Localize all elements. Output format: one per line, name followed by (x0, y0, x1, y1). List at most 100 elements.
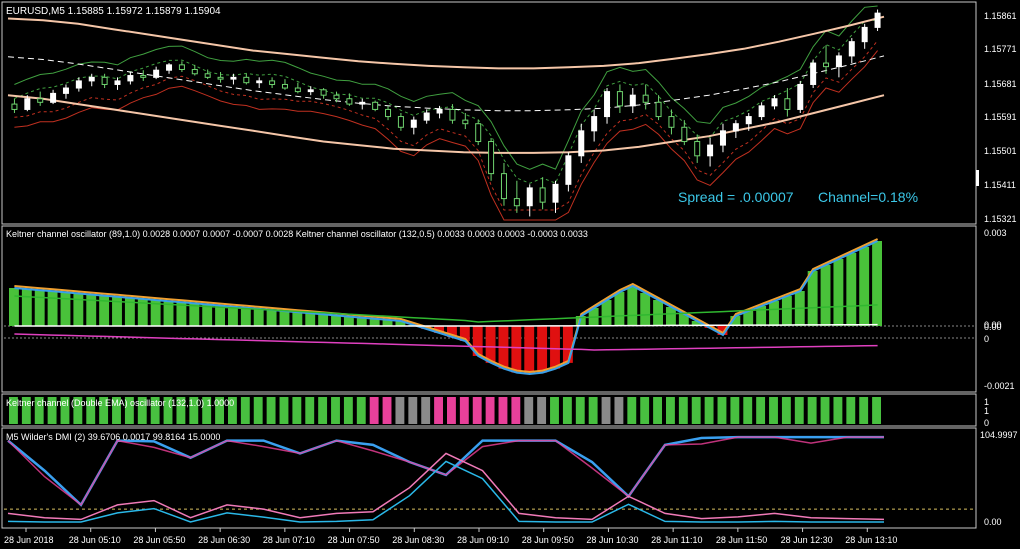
osc2-state-bar (627, 397, 637, 424)
candle-body (526, 187, 533, 207)
osc1-histogram-bar (34, 290, 45, 326)
price-axis-label: 1.15321 (984, 214, 1017, 224)
osc2-state-bar (395, 397, 405, 424)
osc1-histogram-bar (807, 271, 818, 326)
candle-body (62, 87, 69, 94)
osc1-histogram-bar (228, 306, 238, 326)
candle-body (75, 80, 82, 89)
price-layer (7, 5, 885, 221)
osc2-state-bar (820, 397, 830, 424)
candle-body (101, 76, 108, 85)
osc1-histogram-bar (859, 247, 870, 326)
dmi-pink-line (7, 436, 884, 507)
price-axis-label: 1.15681 (984, 79, 1017, 89)
osc1-histogram-bar (511, 326, 522, 373)
candle-body (552, 183, 559, 203)
osc2-state-bar (781, 397, 791, 424)
osc2-state-bar (421, 397, 431, 424)
osc2-state-bar (859, 397, 869, 424)
osc2-state-bar (833, 397, 843, 424)
osc2-state-bar (872, 397, 881, 424)
candle-body (462, 119, 469, 125)
candle-body (114, 80, 121, 85)
candle-body (372, 101, 379, 110)
time-axis-label: 28 Jun 09:10 (457, 535, 509, 545)
candle-body (24, 98, 31, 110)
osc1-histogram-bar (640, 293, 651, 326)
osc2-state-bar (472, 397, 482, 424)
osc1-axis-label: 0.003 (984, 228, 1007, 238)
osc2-axis-label: 1 (984, 406, 989, 416)
osc1-histogram-bar (318, 314, 329, 326)
candle-body (758, 105, 765, 118)
candle-body (449, 108, 456, 121)
osc2-state-bar (537, 397, 547, 424)
candle-body (269, 80, 276, 85)
osc1-histogram-bar (601, 300, 612, 326)
osc2-state-bar (240, 397, 250, 424)
time-axis-label: 28 Jun 09:50 (522, 535, 574, 545)
candle-body (874, 12, 881, 28)
candle-body (513, 198, 520, 207)
osc2-state-bar (382, 397, 392, 424)
candle-body (204, 73, 211, 78)
candle-body (397, 116, 404, 128)
current-price-marker (976, 170, 979, 186)
price-axis-label: 1.15771 (984, 44, 1017, 54)
green-dashed-line (14, 19, 878, 184)
osc1-histogram-bar (47, 291, 58, 326)
dmi-axis-label: 0.00 (984, 517, 1002, 527)
osc2-state-bar (369, 397, 379, 424)
candle-body (578, 130, 585, 157)
osc1-axis-label: -0.0021 (984, 381, 1015, 391)
candle-body (230, 76, 237, 80)
candle-body (307, 89, 314, 93)
time-axis-label: 28 Jun 06:30 (198, 535, 250, 545)
candle-body (333, 94, 340, 100)
osc1-histogram-bar (9, 288, 19, 326)
candle-body (359, 101, 366, 105)
osc2-state-bar (704, 397, 714, 424)
osc2-state-bar (485, 397, 495, 424)
time-axis-label: 28 Jun 05:50 (133, 535, 185, 545)
osc2-state-bar (730, 397, 740, 424)
candle-body (810, 62, 817, 85)
candle-body (217, 76, 224, 80)
osc2-state-bar (769, 397, 778, 424)
time-axis-label: 28 Jun 08:30 (392, 535, 444, 545)
price-axis-label: 1.15861 (984, 11, 1017, 21)
osc1-histogram-bar (550, 326, 560, 369)
osc1-histogram-bar (872, 241, 882, 326)
osc1-histogram-bar (756, 306, 767, 326)
candle-body (681, 126, 688, 143)
spread-label: Spread = .0.00007 (678, 189, 794, 205)
osc1-histogram-bar (202, 304, 213, 326)
osc1-histogram-bar (279, 311, 290, 326)
chart-canvas[interactable]: EURUSD,M5 1.15885 1.15972 1.15879 1.1590… (0, 0, 1020, 549)
dmi-plus-line (7, 435, 884, 507)
candle-body (539, 187, 546, 203)
dmi-axis-label: 104.9997 (980, 430, 1018, 440)
osc2-state-bar (717, 397, 727, 424)
candle-body (591, 116, 598, 132)
osc2-state-bar (588, 397, 598, 424)
osc1-histogram-bar (614, 292, 625, 326)
osc2-state-bar (562, 397, 572, 424)
candle-body (655, 101, 662, 118)
time-axis-label: 28 Jun 05:10 (69, 535, 121, 545)
osc2-state-bar (253, 397, 263, 424)
candle-body (771, 98, 778, 107)
osc2-state-bar (343, 397, 353, 424)
osc1-histogram-bar (537, 326, 548, 373)
candle-body (719, 130, 726, 146)
candle-body (320, 89, 327, 96)
candle-body (861, 26, 868, 43)
osc1-histogram-bar (846, 253, 857, 326)
osc1-axis-label: 0.00 (984, 322, 1002, 332)
time-axis: 28 Jun 2018 28 Jun 05:10 28 Jun 05:50 28 Ju… (4, 528, 897, 545)
keltner-lower-band (7, 94, 885, 154)
candle-body (629, 94, 636, 107)
osc2-state-bar (356, 397, 366, 424)
candle-body (475, 123, 482, 143)
osc1-title: Keltner channel oscillator (89,1.0) 0.00… (6, 229, 588, 239)
